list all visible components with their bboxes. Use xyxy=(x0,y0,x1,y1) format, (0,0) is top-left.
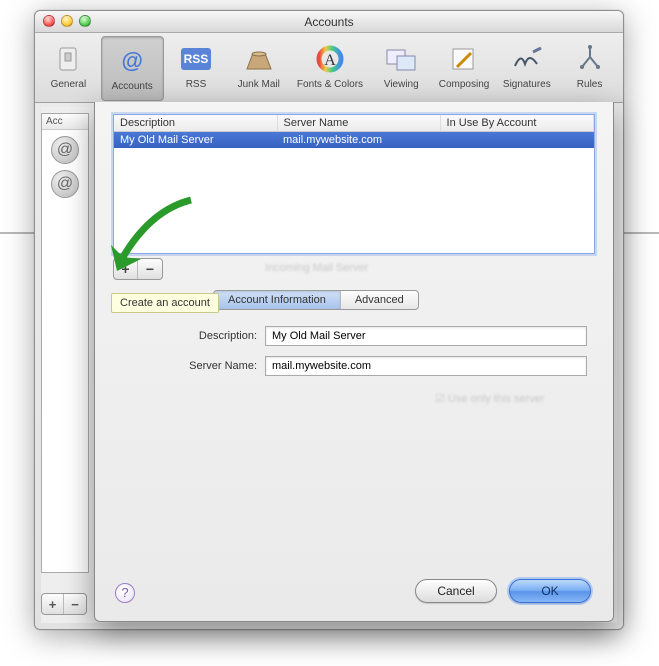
toolbar-label: Composing xyxy=(433,79,496,90)
toolbar-general[interactable]: General xyxy=(37,35,100,102)
remove-server-button[interactable]: − xyxy=(138,259,162,279)
server-add-remove: + − xyxy=(113,258,163,280)
toolbar-rules[interactable]: Rules xyxy=(558,35,621,102)
sidebar-header: Acc xyxy=(42,114,88,130)
toolbar-composing[interactable]: Composing xyxy=(433,35,496,102)
server-list[interactable]: Description Server Name In Use By Accoun… xyxy=(113,114,595,254)
tab-advanced[interactable]: Advanced xyxy=(341,291,418,309)
sheet-buttons: Cancel OK xyxy=(415,579,591,603)
signatures-icon xyxy=(509,41,545,77)
toolbar-label: Rules xyxy=(558,79,621,90)
junk-icon xyxy=(241,41,277,77)
server-name-input[interactable] xyxy=(265,356,587,376)
server-settings-sheet: Incoming Mail Server ☑ Use only this ser… xyxy=(94,102,614,622)
toolbar-label: Accounts xyxy=(102,81,163,92)
col-inuse[interactable]: In Use By Account xyxy=(440,115,593,132)
window-controls[interactable] xyxy=(43,15,91,27)
composing-icon xyxy=(446,41,482,77)
cancel-button[interactable]: Cancel xyxy=(415,579,497,603)
toolbar-label: Viewing xyxy=(370,79,433,90)
toolbar-label: Signatures xyxy=(495,79,558,90)
viewing-icon xyxy=(383,41,419,77)
close-icon[interactable] xyxy=(43,15,55,27)
rules-icon xyxy=(572,41,608,77)
toolbar-viewing[interactable]: Viewing xyxy=(370,35,433,102)
toolbar-label: Fonts & Colors xyxy=(290,79,370,90)
preferences-toolbar: General @ Accounts RSS RSS Junk Mail A F… xyxy=(35,33,623,103)
accounts-add-remove: + − xyxy=(41,593,87,615)
server-name-label: Server Name: xyxy=(145,360,265,372)
server-row[interactable]: My Old Mail Server mail.mywebsite.com xyxy=(114,132,594,149)
accounts-sidebar: Acc @ @ xyxy=(41,113,89,573)
remove-account-button[interactable]: − xyxy=(64,594,86,614)
ghost-label: Incoming Mail Server xyxy=(265,262,368,274)
toolbar-rss[interactable]: RSS RSS xyxy=(165,35,228,102)
ghost-label: ☑ Use only this server xyxy=(435,392,545,405)
toolbar-signatures[interactable]: Signatures xyxy=(495,35,558,102)
description-label: Description: xyxy=(145,330,265,342)
minimize-icon[interactable] xyxy=(61,15,73,27)
fonts-icon: A xyxy=(312,41,348,77)
toolbar-label: Junk Mail xyxy=(227,79,290,90)
col-description[interactable]: Description xyxy=(114,115,277,132)
description-input[interactable] xyxy=(265,326,587,346)
account-info-form: Description: Server Name: xyxy=(145,326,587,386)
cell-description: My Old Mail Server xyxy=(114,132,277,149)
zoom-icon[interactable] xyxy=(79,15,91,27)
toolbar-junk[interactable]: Junk Mail xyxy=(227,35,290,102)
tabs: Account Information Advanced xyxy=(213,290,419,310)
help-button[interactable]: ? xyxy=(115,583,135,603)
ok-button[interactable]: OK xyxy=(509,579,591,603)
window-titlebar: Accounts xyxy=(35,11,623,33)
account-item[interactable]: @ xyxy=(51,170,79,198)
at-icon: @ xyxy=(114,43,150,79)
toolbar-fonts-colors[interactable]: A Fonts & Colors xyxy=(290,35,370,102)
window-title: Accounts xyxy=(304,15,353,29)
switch-icon xyxy=(50,41,86,77)
add-account-button[interactable]: + xyxy=(42,594,64,614)
cell-server: mail.mywebsite.com xyxy=(277,132,440,149)
svg-text:A: A xyxy=(324,52,336,69)
add-server-tooltip: Create an account xyxy=(111,293,219,313)
rss-icon: RSS xyxy=(178,41,214,77)
tab-account-info[interactable]: Account Information xyxy=(214,291,341,309)
account-item[interactable]: @ xyxy=(51,136,79,164)
cell-inuse xyxy=(440,132,593,149)
col-server[interactable]: Server Name xyxy=(277,115,440,132)
add-server-button[interactable]: + xyxy=(114,259,138,279)
toolbar-label: General xyxy=(37,79,100,90)
toolbar-accounts[interactable]: @ Accounts xyxy=(101,36,164,101)
toolbar-label: RSS xyxy=(165,79,228,90)
